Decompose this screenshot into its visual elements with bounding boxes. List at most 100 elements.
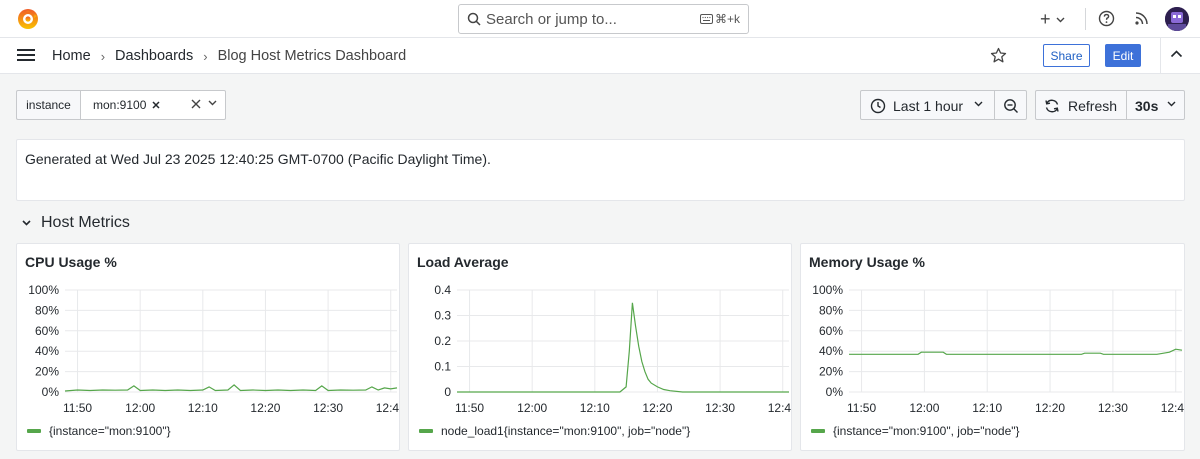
keyboard-icon xyxy=(699,14,713,24)
star-icon[interactable] xyxy=(990,47,1007,64)
chevron-down-icon xyxy=(1056,17,1065,22)
y-tick-label: 100% xyxy=(812,283,843,297)
y-tick-label: 100% xyxy=(28,283,59,297)
y-tick-label: 80% xyxy=(35,303,59,317)
x-tick-label: 12:00 xyxy=(517,401,547,415)
time-range-picker[interactable]: Last 1 hour xyxy=(860,90,995,120)
chevron-up-icon[interactable] xyxy=(1170,49,1183,58)
selected-chip: mon:9100 xyxy=(93,98,160,112)
search-icon xyxy=(467,12,481,26)
row-header[interactable]: Host Metrics xyxy=(22,214,130,232)
interval-label: 30s xyxy=(1135,98,1159,114)
breadcrumb-dashboards[interactable]: Dashboards xyxy=(115,48,193,64)
clear-icon[interactable] xyxy=(191,99,201,109)
plus-icon: + xyxy=(1040,9,1051,29)
breadcrumb-home[interactable]: Home xyxy=(52,48,91,64)
memory-usage-chart: 0% 20% 40% 60% 80% 100% 11:50 12:00 12:10 12:20 12… xyxy=(812,283,1184,415)
memory-usage-panel[interactable]: Memory Usage % 0% 20% 40% 60% 80% 100% 11:50 12… xyxy=(800,243,1185,451)
instance-select[interactable]: mon:9100 xyxy=(80,90,226,120)
x-tick-label: 12:30 xyxy=(1098,401,1128,415)
x-tick-label: 11:50 xyxy=(455,401,484,415)
x-tick-label: 12:20 xyxy=(250,401,280,415)
chevron-down-icon xyxy=(974,101,983,107)
y-tick-label: 0.4 xyxy=(434,283,451,297)
y-tick-label: 40% xyxy=(819,344,843,358)
cpu-usage-panel[interactable]: CPU Usage % 0% 20% 40% 60% 80% 100% 11:50 12:00… xyxy=(16,243,400,451)
refresh-interval-picker[interactable]: 30s xyxy=(1126,90,1185,120)
remove-chip-icon[interactable] xyxy=(152,101,160,109)
zoom-out-button[interactable] xyxy=(994,90,1027,120)
panel-title: Memory Usage % xyxy=(809,254,925,270)
chevron-down-icon[interactable] xyxy=(208,100,217,106)
user-avatar[interactable] xyxy=(1165,7,1189,31)
y-tick-label: 20% xyxy=(35,365,59,379)
legend-swatch xyxy=(419,429,433,433)
generated-text: Generated at Wed Jul 23 2025 12:40:25 GM… xyxy=(25,151,491,167)
x-tick-label: 11:50 xyxy=(847,401,876,415)
load-average-chart: 0 0.1 0.2 0.3 0.4 11:50 12:00 12:10 12:20 12:30 12… xyxy=(434,283,791,415)
series-line xyxy=(64,384,398,392)
divider xyxy=(1085,8,1086,30)
chevron-right-icon: › xyxy=(100,48,106,64)
series-line xyxy=(457,302,789,393)
panel-title: CPU Usage % xyxy=(25,254,117,270)
share-button[interactable]: Share xyxy=(1043,44,1090,67)
y-tick-label: 0.1 xyxy=(434,360,451,374)
legend-swatch xyxy=(811,429,825,433)
variable-label: instance xyxy=(16,90,80,120)
breadcrumb-bar: Home › Dashboards › Blog Host Metrics Da… xyxy=(0,38,1200,74)
x-tick-label: 11:50 xyxy=(63,401,92,415)
y-tick-label: 0 xyxy=(444,385,451,399)
chevron-down-icon xyxy=(22,220,31,226)
chevron-down-icon xyxy=(1167,101,1176,107)
x-tick-label: 12:30 xyxy=(313,401,343,415)
search-placeholder: Search or jump to... xyxy=(486,11,617,28)
x-tick-label: 12:10 xyxy=(580,401,610,415)
grafana-logo-icon[interactable] xyxy=(16,7,40,31)
cpu-usage-chart: 0% 20% 40% 60% 80% 100% 11:50 12:00 12:10 12:20 12… xyxy=(28,283,399,415)
search-shortcut: ⌘+k xyxy=(699,12,740,26)
legend-label: node_load1{instance="mon:9100", job="nod… xyxy=(441,424,691,438)
chevron-right-icon: › xyxy=(203,48,208,64)
y-tick-label: 0.3 xyxy=(434,309,451,323)
menu-icon[interactable] xyxy=(17,48,35,62)
row-title: Host Metrics xyxy=(41,214,130,231)
time-range-label: Last 1 hour xyxy=(893,98,964,114)
zoom-out-icon xyxy=(1004,99,1018,113)
x-tick-label: 12:40 xyxy=(768,401,791,415)
breadcrumb-current: Blog Host Metrics Dashboard xyxy=(217,48,407,64)
search-input[interactable]: Search or jump to... ⌘+k xyxy=(458,4,749,34)
x-tick-label: 12:30 xyxy=(705,401,735,415)
x-tick-label: 12:20 xyxy=(1035,401,1065,415)
chart-legend[interactable]: {instance="mon:9100", job="node"} xyxy=(811,424,1020,438)
x-tick-label: 12:40 xyxy=(376,401,399,415)
avatar-icon xyxy=(1165,7,1189,31)
divider xyxy=(1160,38,1161,74)
new-button[interactable]: + xyxy=(1040,9,1065,30)
y-tick-label: 0% xyxy=(42,385,60,399)
x-tick-label: 12:10 xyxy=(972,401,1002,415)
edit-button[interactable]: Edit xyxy=(1105,44,1141,67)
top-bar: Search or jump to... ⌘+k + xyxy=(0,0,1200,38)
y-tick-label: 20% xyxy=(819,365,843,379)
refresh-label: Refresh xyxy=(1068,98,1118,114)
y-tick-label: 60% xyxy=(819,324,843,338)
x-tick-label: 12:20 xyxy=(642,401,672,415)
panel-title: Load Average xyxy=(417,254,509,270)
breadcrumb: Home › Dashboards › Blog Host Metrics Da… xyxy=(52,48,406,64)
legend-label: {instance="mon:9100"} xyxy=(49,424,171,438)
load-average-panel[interactable]: Load Average 0 0.1 0.2 0.3 0.4 11:50 12:00 12:1… xyxy=(408,243,792,451)
legend-label: {instance="mon:9100", job="node"} xyxy=(833,424,1020,438)
news-feed-icon[interactable] xyxy=(1134,10,1150,26)
y-tick-label: 60% xyxy=(35,324,59,338)
chart-legend[interactable]: {instance="mon:9100"} xyxy=(27,424,171,438)
chart-legend[interactable]: node_load1{instance="mon:9100", job="nod… xyxy=(419,424,690,438)
y-tick-label: 0.2 xyxy=(434,334,451,348)
x-tick-label: 12:40 xyxy=(1161,401,1184,415)
y-tick-label: 40% xyxy=(35,344,59,358)
refresh-icon xyxy=(1045,99,1059,113)
y-tick-label: 0% xyxy=(826,385,844,399)
help-icon[interactable] xyxy=(1098,10,1115,27)
x-tick-label: 12:00 xyxy=(909,401,939,415)
refresh-button[interactable]: Refresh xyxy=(1035,90,1127,120)
